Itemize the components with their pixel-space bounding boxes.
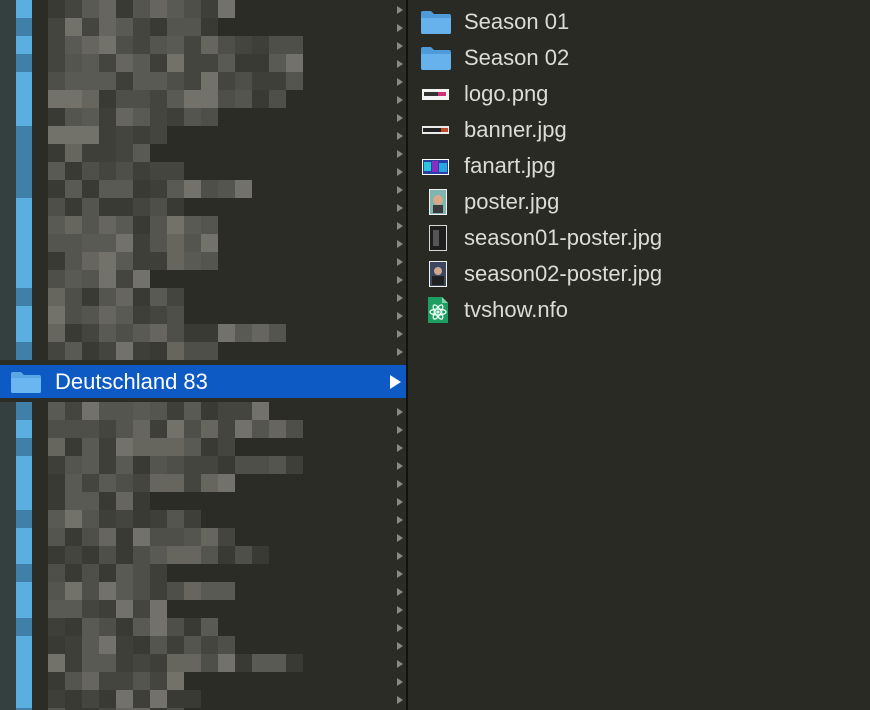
file-name: fanart.jpg [464, 153, 556, 178]
file-name: season02-poster.jpg [464, 261, 663, 286]
chevron-right-icon [397, 348, 403, 356]
chevron-right-icon [397, 276, 403, 284]
chevron-right-icon [397, 114, 403, 122]
chevron-right-icon [397, 696, 403, 704]
chevron-right-icon [397, 6, 403, 14]
image-fanart-icon [420, 153, 452, 179]
chevron-right-icon [397, 480, 403, 488]
list-item[interactable]: tvshow.nfo [408, 292, 870, 328]
image-poster-icon [420, 189, 452, 215]
list-item[interactable]: season01-poster.jpg [408, 220, 870, 256]
chevron-right-icon [397, 204, 403, 212]
file-name: Season 01 [464, 9, 570, 34]
expand-arrow-icon [390, 375, 401, 389]
folder-icon [420, 45, 452, 71]
redacted-file-list [0, 0, 406, 710]
chevron-right-icon [397, 606, 403, 614]
chevron-right-icon [397, 96, 403, 104]
chevron-right-icon [397, 132, 403, 140]
list-item[interactable]: Season 01 [408, 4, 870, 40]
chevron-right-icon [397, 60, 403, 68]
image-poster-icon [420, 261, 452, 287]
folder-icon [420, 9, 452, 35]
redacted-row [0, 342, 400, 364]
chevron-right-icon [397, 24, 403, 32]
selected-folder-row[interactable]: Deutschland 83 [0, 365, 406, 398]
selected-folder-label: Deutschland 83 [55, 369, 208, 394]
file-name: banner.jpg [464, 117, 567, 142]
contents-column: Season 01 Season 02 logo.png banner.jpg … [408, 0, 870, 710]
chevron-right-icon [397, 330, 403, 338]
chevron-right-icon [397, 498, 403, 506]
chevron-right-icon [397, 78, 403, 86]
redacted-row [0, 690, 400, 710]
file-name: logo.png [464, 81, 549, 106]
chevron-right-icon [397, 444, 403, 452]
chevron-right-icon [397, 408, 403, 416]
folder-icon [10, 370, 42, 399]
chevron-right-icon [397, 258, 403, 266]
chevron-right-icon [397, 240, 403, 248]
chevron-right-icon [397, 312, 403, 320]
chevron-right-icon [397, 642, 403, 650]
list-item[interactable]: Season 02 [408, 40, 870, 76]
list-item[interactable]: poster.jpg [408, 184, 870, 220]
chevron-right-icon [397, 294, 403, 302]
chevron-right-icon [397, 552, 403, 560]
chevron-right-icon [397, 150, 403, 158]
chevron-right-icon [397, 186, 403, 194]
file-name: tvshow.nfo [464, 297, 568, 322]
file-name: season01-poster.jpg [464, 225, 663, 250]
list-item[interactable]: logo.png [408, 76, 870, 112]
chevron-right-icon [397, 168, 403, 176]
chevron-right-icon [397, 678, 403, 686]
chevron-right-icon [397, 588, 403, 596]
chevron-right-icon [397, 624, 403, 632]
list-item[interactable]: banner.jpg [408, 112, 870, 148]
image-banner-icon [420, 117, 452, 143]
chevron-right-icon [397, 570, 403, 578]
file-name: poster.jpg [464, 189, 560, 214]
chevron-right-icon [397, 534, 403, 542]
chevron-right-icon [397, 42, 403, 50]
parent-column: Deutschland 83 [0, 0, 406, 710]
nfo-file-icon [420, 297, 452, 323]
chevron-right-icon [397, 222, 403, 230]
chevron-right-icon [397, 516, 403, 524]
list-item[interactable]: season02-poster.jpg [408, 256, 870, 292]
list-item[interactable]: fanart.jpg [408, 148, 870, 184]
image-poster-icon [420, 225, 452, 251]
file-name: Season 02 [464, 45, 570, 70]
chevron-right-icon [397, 660, 403, 668]
chevron-right-icon [397, 426, 403, 434]
chevron-right-icon [397, 462, 403, 470]
image-logo-icon [420, 81, 452, 107]
